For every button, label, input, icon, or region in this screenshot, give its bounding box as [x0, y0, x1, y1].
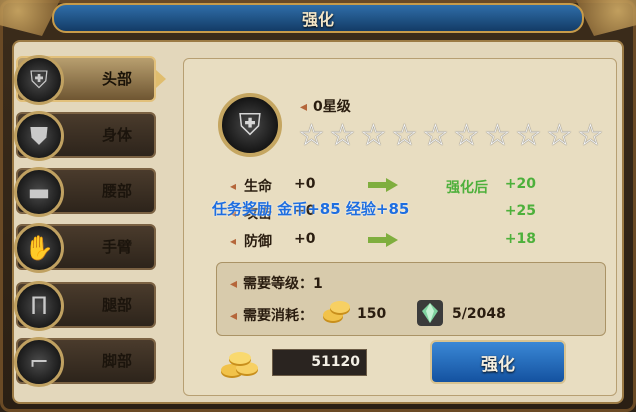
sidebar-item-label: 脚部 [101, 352, 132, 370]
star-icon: ☆ [515, 118, 542, 153]
gauntlet-icon: ✋ [14, 223, 64, 273]
sidebar-item-head[interactable]: ⛨ 头部 [14, 55, 156, 105]
sidebar-item-label: 头部 [101, 70, 132, 88]
bullet-icon: ◂ [230, 179, 237, 193]
arrow-right-icon [368, 233, 398, 247]
stat-after: +18 [504, 231, 536, 247]
armor-icon: ⛊ [14, 111, 64, 161]
stat-current: +0 [294, 231, 316, 247]
stat-after: +20 [504, 176, 536, 192]
stat-after: +25 [504, 203, 536, 219]
helmet-icon: ⛨ [218, 93, 282, 157]
window-title: 强化 [52, 3, 584, 33]
required-cost-label: 需要消耗： [243, 308, 314, 324]
boots-icon: ⌐ [14, 337, 64, 387]
bullet-icon: ◂ [300, 99, 308, 115]
sidebar-item-label: 身体 [101, 126, 132, 144]
stat-row-def: ◂ 防御 +0 +18 [230, 231, 610, 253]
crystal-material-icon [417, 300, 443, 326]
leggings-icon: Π [14, 281, 64, 331]
required-cost: ◂ 需要消耗： [230, 305, 313, 325]
sidebar-item-label: 腰部 [101, 182, 132, 200]
bullet-icon: ◂ [230, 234, 237, 248]
star-level-label: ◂ 0星级 [300, 96, 351, 116]
gold-coins-icon [221, 352, 258, 378]
star-icon: ☆ [577, 118, 604, 153]
bullet-icon: ◂ [230, 276, 238, 292]
gold-balance: 51120 [272, 349, 367, 376]
stat-current: +0 [294, 176, 316, 192]
stat-name: 防御 [244, 234, 272, 250]
star-icon: ☆ [298, 118, 325, 153]
stat-name: 生命 [244, 179, 272, 195]
sidebar-item-foot[interactable]: ⌐ 脚部 [14, 337, 156, 387]
reward-overlay-text: 任务奖励 金币+85 经验+85 [212, 200, 410, 218]
bullet-icon: ◂ [230, 308, 238, 324]
stat-row-hp: ◂ 生命 +0 +20 [230, 176, 610, 198]
arrow-right-icon [368, 178, 398, 192]
star-icon: ☆ [329, 118, 356, 153]
sidebar-item-waist[interactable]: ▬ 腰部 [14, 167, 156, 217]
gold-cost: 150 [357, 306, 387, 322]
star-icon: ☆ [546, 118, 573, 153]
star-rating: ☆ ☆ ☆ ☆ ☆ ☆ ☆ ☆ ☆ ☆ [296, 121, 606, 151]
material-cost: 5/2048 [452, 306, 506, 322]
sidebar-item-label: 腿部 [101, 296, 132, 314]
belt-icon: ▬ [14, 167, 64, 217]
star-icon: ☆ [422, 118, 449, 153]
required-level-label: 需要等级： [243, 276, 314, 292]
sidebar-item-leg[interactable]: Π 腿部 [14, 281, 156, 331]
helmet-icon: ⛨ [14, 55, 64, 105]
star-level-text: 0星级 [313, 99, 351, 115]
star-icon: ☆ [484, 118, 511, 153]
star-icon: ☆ [360, 118, 387, 153]
selected-arrow-icon [156, 70, 166, 88]
required-level-value: 1 [313, 276, 323, 292]
star-icon: ☆ [453, 118, 480, 153]
gold-coin-icon [323, 301, 350, 323]
required-level: ◂ 需要等级：1 [230, 273, 323, 293]
sidebar-item-label: 手臂 [101, 238, 132, 256]
enhance-button[interactable]: 强化 [430, 340, 566, 384]
star-icon: ☆ [391, 118, 418, 153]
sidebar-item-arm[interactable]: ✋ 手臂 [14, 223, 156, 273]
sidebar-item-body[interactable]: ⛊ 身体 [14, 111, 156, 161]
